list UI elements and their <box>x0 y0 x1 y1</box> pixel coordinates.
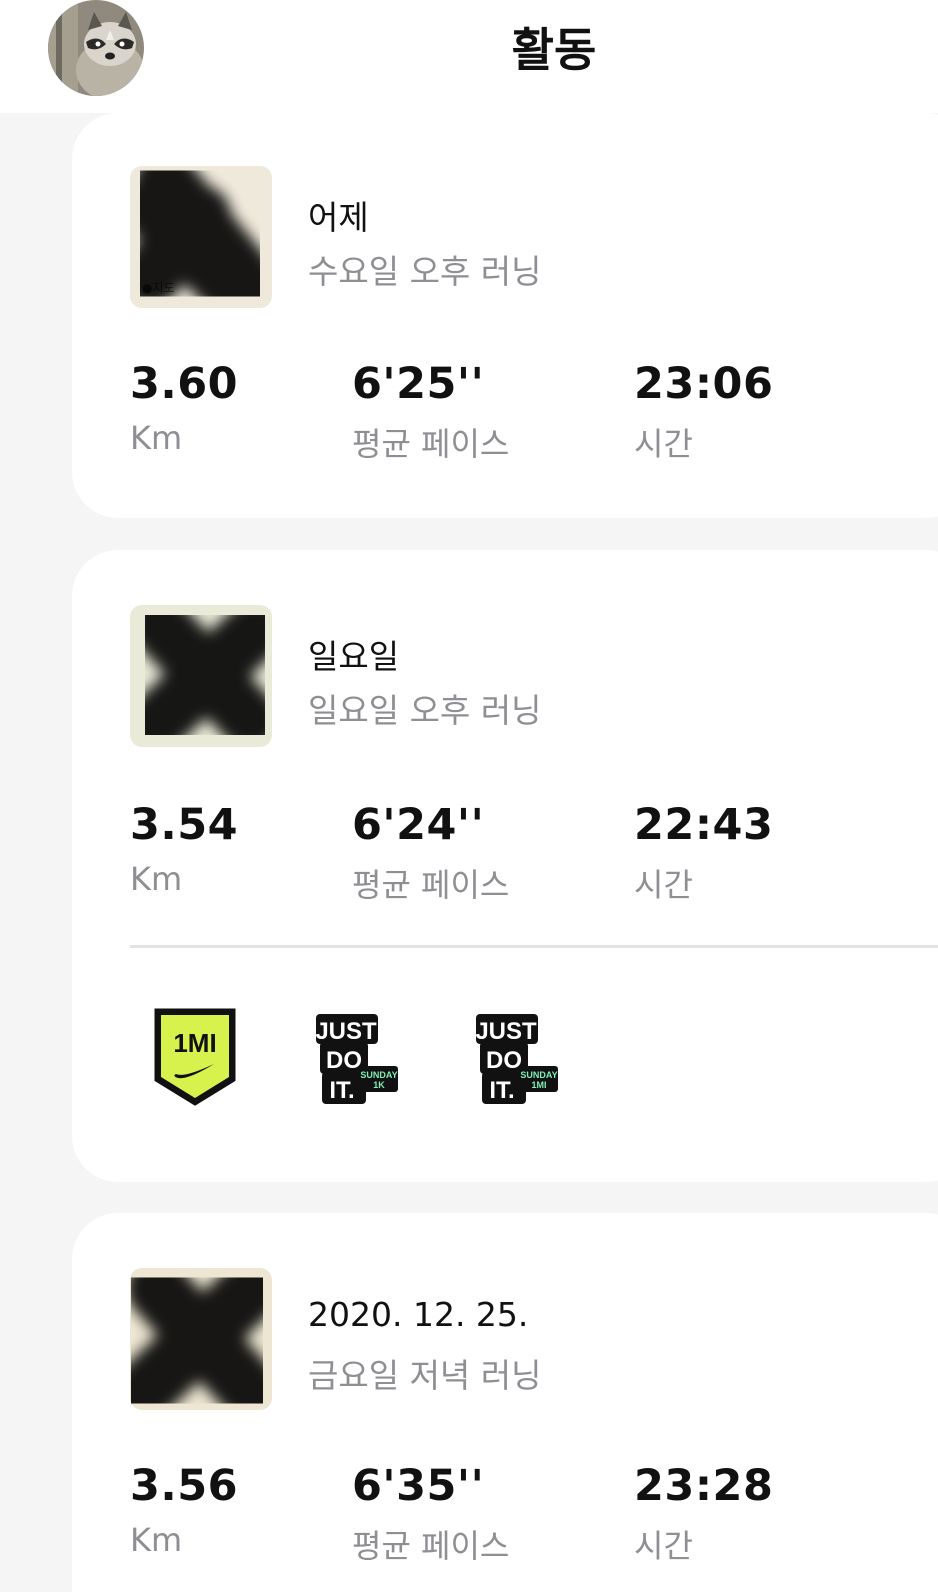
badge-tag-line1: SUNDAY <box>360 1070 397 1080</box>
activity-card[interactable]: 2020. 12. 25. 금요일 저녁 러닝 3.56 Km 6'35'' 평… <box>72 1213 938 1592</box>
badge-text-line2: DO <box>326 1047 362 1074</box>
header-bar: 활동 <box>0 0 938 113</box>
time-value: 23:28 <box>634 1461 774 1511</box>
redaction-scribble-icon <box>119 150 281 317</box>
distance-value: 3.60 <box>130 359 239 409</box>
divider <box>130 945 938 948</box>
badge-text-line3: IT. <box>329 1077 354 1104</box>
redaction-scribble-icon <box>111 1257 283 1424</box>
time-label: 시간 <box>634 866 693 904</box>
badge-text: 1MI <box>173 1028 216 1058</box>
pace-value: 6'25'' <box>352 359 485 409</box>
activity-title: 금요일 저녁 러닝 <box>308 1356 542 1395</box>
badge-tag-line2: 1MI <box>531 1080 546 1090</box>
badge-text-line2: DO <box>486 1047 522 1074</box>
pace-value: 6'35'' <box>352 1461 485 1511</box>
route-map-thumbnail: ●지도 <box>119 150 281 317</box>
activity-date: 2020. 12. 25. <box>308 1295 529 1334</box>
time-value: 22:43 <box>634 800 774 850</box>
badge-text-line1: JUST <box>475 1018 537 1045</box>
activity-card[interactable]: ●지도 어제 수요일 오후 러닝 3.60 Km 6'25'' 평균 페이스 2… <box>72 113 938 518</box>
badge-tag-line1: SUNDAY <box>520 1070 557 1080</box>
badge-tag-line2: 1K <box>373 1080 385 1090</box>
time-value: 23:06 <box>634 359 774 409</box>
activity-card[interactable]: 일요일 일요일 오후 러닝 3.54 Km 6'24'' 평균 페이스 22:4… <box>72 550 938 1182</box>
distance-value: 3.56 <box>130 1461 239 1511</box>
badge-text-line1: JUST <box>315 1018 377 1045</box>
time-label: 시간 <box>634 425 693 463</box>
badge-text-line3: IT. <box>489 1077 514 1104</box>
time-label: 시간 <box>634 1527 693 1565</box>
distance-value: 3.54 <box>130 800 239 850</box>
pace-label: 평균 페이스 <box>352 1527 510 1565</box>
1mi-shield-badge-icon[interactable]: 1MI <box>154 1008 244 1108</box>
page-title: 활동 <box>511 23 597 77</box>
distance-unit: Km <box>130 860 183 898</box>
distance-unit: Km <box>130 419 183 457</box>
activity-date: 일요일 <box>308 637 400 676</box>
distance-unit: Km <box>130 1521 183 1559</box>
activity-date: 어제 <box>308 198 369 237</box>
activity-screen: 활동 ●지도 어제 수요일 오후 러닝 3.60 Km 6'25'' 평균 페이… <box>0 0 938 1592</box>
pace-label: 평균 페이스 <box>352 425 510 463</box>
just-do-it-sunday-1mi-badge-icon[interactable]: JUST DO IT. SUNDAY 1MI <box>470 1012 560 1112</box>
activity-title: 일요일 오후 러닝 <box>308 691 542 730</box>
pace-value: 6'24'' <box>352 800 485 850</box>
pace-label: 평균 페이스 <box>352 866 510 904</box>
route-map-thumbnail <box>111 1257 283 1424</box>
route-map-thumbnail <box>125 595 285 755</box>
activity-title: 수요일 오후 러닝 <box>308 252 542 291</box>
redaction-scribble-icon <box>125 595 285 755</box>
just-do-it-sunday-1k-badge-icon[interactable]: JUST DO IT. SUNDAY 1K <box>310 1012 400 1112</box>
